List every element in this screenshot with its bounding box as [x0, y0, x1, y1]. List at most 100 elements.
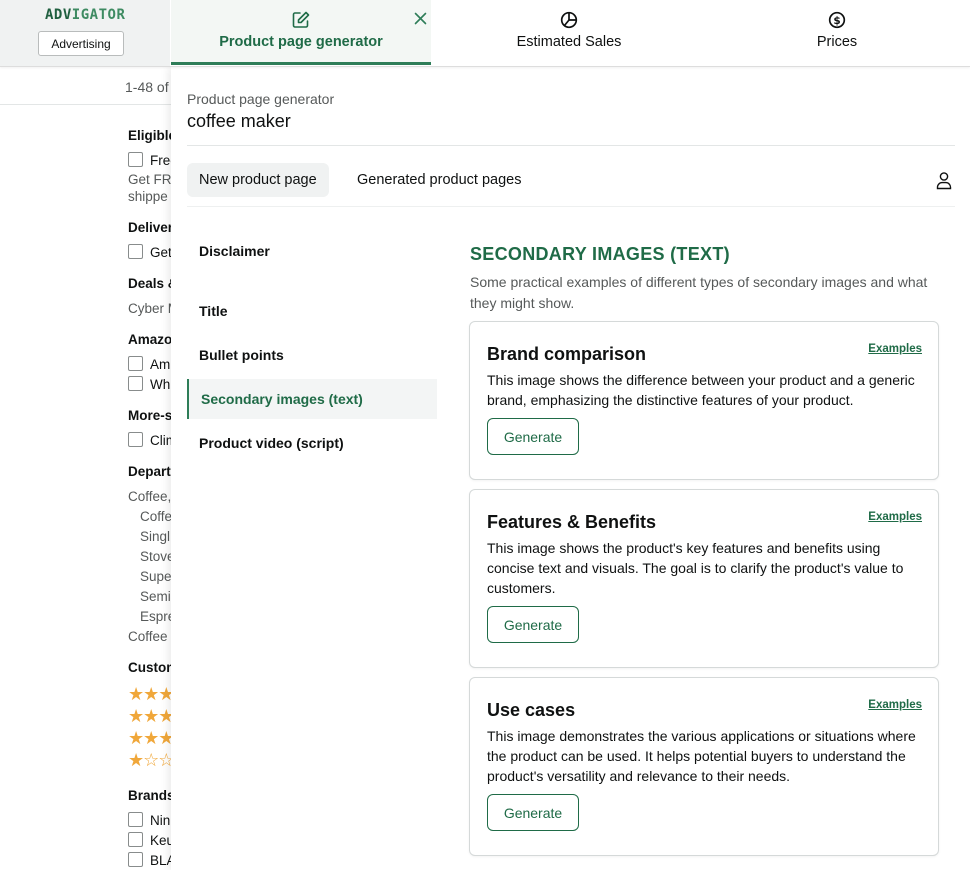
examples-link[interactable]: Examples [868, 343, 922, 355]
filter-heading: Depart [128, 464, 171, 479]
tab-label: Prices [816, 34, 858, 50]
checkbox[interactable] [128, 152, 143, 167]
filter-checkbox[interactable]: Keu [128, 832, 174, 848]
tab-prices[interactable]: $ Prices [708, 0, 966, 66]
edit-icon [290, 9, 312, 31]
checkbox[interactable] [128, 376, 143, 391]
card-description: This image shows the difference between … [487, 372, 915, 408]
filter-label: Espre [140, 609, 176, 624]
tab-label: Product page generator [219, 34, 383, 50]
filter-label: Eligible [128, 128, 177, 143]
checkbox[interactable] [128, 244, 143, 259]
generate-button[interactable]: Generate [487, 418, 579, 455]
checkbox[interactable] [128, 356, 143, 371]
tab-estimated-sales[interactable]: Estimated Sales [440, 0, 698, 66]
extension-topbar: ADVIGATOR Advertising Product page gener… [0, 0, 970, 67]
card-title: Brand comparison [487, 344, 647, 364]
filter-label: Nin [150, 813, 171, 828]
advertising-button[interactable]: Advertising [38, 31, 124, 56]
nav-item-disclaimer[interactable]: Disclaimer [187, 231, 437, 271]
brand-area: ADVIGATOR Advertising [0, 0, 170, 66]
filter-checkbox[interactable]: BLA [128, 852, 176, 868]
nav-item-product-video[interactable]: Product video (script) [187, 423, 437, 463]
filter-label: Get [150, 245, 172, 260]
card-description: This image demonstrates the various appl… [487, 728, 916, 784]
nav-item-secondary-images[interactable]: Secondary images (text) [187, 379, 437, 419]
filter-label: More-s [128, 408, 173, 423]
filter-label: Coffee, [128, 489, 172, 504]
filter-subcategory: Singl [140, 529, 170, 544]
subtab-generated-product-pages[interactable]: Generated product pages [345, 163, 533, 197]
card-description: This image shows the product's key featu… [487, 540, 904, 596]
divider [187, 145, 955, 146]
rating-stars: ★☆☆ [128, 750, 174, 771]
filter-label: Supe [140, 569, 172, 584]
filter-label: Wh [150, 377, 171, 392]
filter-text: shippe [128, 189, 168, 204]
nav-item-title[interactable]: Title [187, 291, 437, 331]
filter-checkbox[interactable]: Nin [128, 812, 170, 828]
breadcrumb: Product page generator [187, 91, 335, 107]
generate-button[interactable]: Generate [487, 606, 579, 643]
filter-label: Singl [140, 529, 171, 544]
filter-label: ★★★ [128, 728, 174, 748]
filter-label: ★★★ [128, 706, 174, 726]
checkbox[interactable] [128, 852, 143, 867]
checkbox[interactable] [128, 432, 143, 447]
card-features-benefits: Features & Benefits Examples This image … [469, 489, 939, 668]
filter-subcategory: Stove [140, 549, 175, 564]
filter-label: Depart [128, 464, 171, 479]
filter-heading: Brands [128, 788, 175, 803]
filter-heading: Eligible [128, 128, 176, 143]
generate-button[interactable]: Generate [487, 794, 579, 831]
page-title: coffee maker [187, 111, 291, 131]
filter-label: ★☆☆ [128, 750, 174, 770]
section-description: Some practical examples of different typ… [470, 274, 928, 311]
checkbox[interactable] [128, 832, 143, 847]
filter-subcategory: Espre [140, 609, 175, 624]
filter-label: Am [150, 357, 171, 372]
filter-label: Coffee [128, 629, 168, 644]
svg-text:$: $ [833, 15, 840, 27]
divider [187, 206, 955, 207]
filter-heading: More-s [128, 408, 172, 423]
dollar-circle-icon: $ [826, 9, 848, 31]
filter-checkbox[interactable]: Get [128, 244, 172, 260]
tab-label: Estimated Sales [516, 34, 622, 50]
section-title: SECONDARY IMAGES (TEXT) [470, 244, 730, 264]
filter-label: Stove [140, 549, 175, 564]
examples-link[interactable]: Examples [868, 511, 922, 523]
filter-label: Brands [128, 788, 175, 803]
filter-text: Coffee [128, 629, 168, 644]
checkbox[interactable] [128, 812, 143, 827]
filter-label: Semi [140, 589, 171, 604]
filter-subcategory: Coffe [140, 509, 172, 524]
pie-chart-icon [558, 9, 580, 31]
filter-text: Coffee, [128, 489, 171, 504]
rating-stars: ★★★ [128, 706, 174, 727]
filter-label: ★★★ [128, 684, 174, 704]
filter-text: Get FR [128, 172, 172, 187]
filter-checkbox[interactable]: Am [128, 356, 170, 372]
card-title: Use cases [487, 700, 576, 720]
filter-subcategory: Semi [140, 589, 171, 604]
filter-label: Coffe [140, 509, 173, 524]
filter-label: shippe [128, 189, 168, 204]
filter-checkbox[interactable]: Clim [128, 432, 177, 448]
rating-stars: ★★★ [128, 684, 174, 705]
tab-product-page-generator[interactable]: Product page generator [171, 0, 431, 65]
filter-label: Get FR [128, 172, 172, 187]
close-icon[interactable] [412, 10, 428, 26]
rating-stars: ★★★ [128, 728, 174, 749]
examples-link[interactable]: Examples [868, 699, 922, 711]
filter-subcategory: Supe [140, 569, 172, 584]
filter-checkbox[interactable]: Wh [128, 376, 170, 392]
card-use-cases: Use cases Examples This image demonstrat… [469, 677, 939, 856]
advigator-logo: ADVIGATOR [45, 7, 126, 23]
user-icon[interactable] [934, 170, 954, 190]
card-brand-comparison: Brand comparison Examples This image sho… [469, 321, 939, 480]
nav-item-bullet-points[interactable]: Bullet points [187, 335, 437, 375]
card-title: Features & Benefits [487, 512, 657, 532]
product-page-generator-panel: Product page generator coffee maker New … [171, 67, 970, 870]
subtab-new-product-page[interactable]: New product page [187, 163, 329, 197]
